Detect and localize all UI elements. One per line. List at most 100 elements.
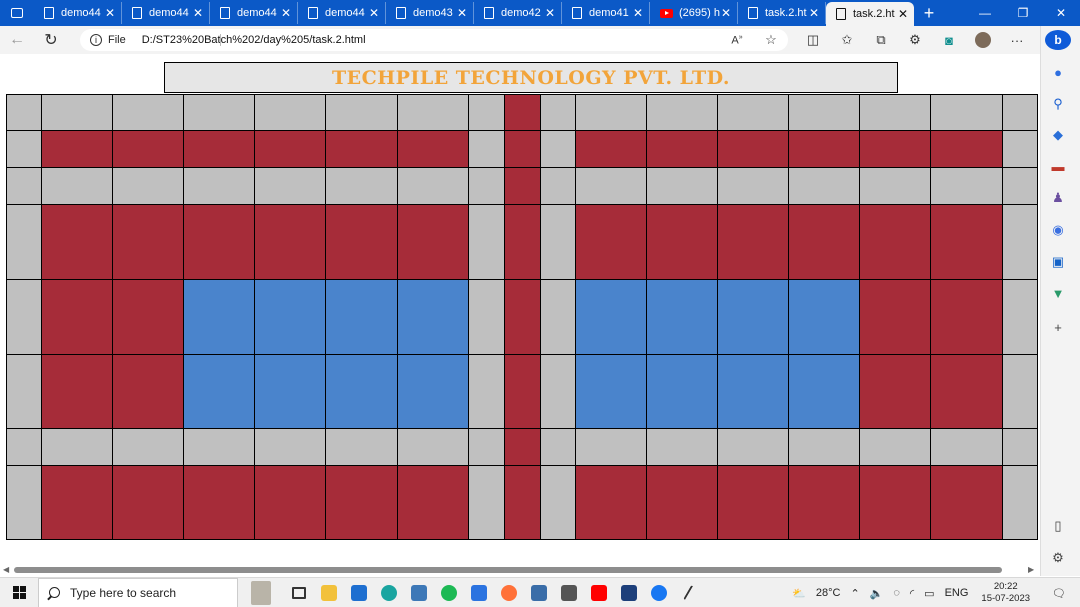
- whatsapp-icon[interactable]: [554, 578, 584, 607]
- red-cell: [788, 204, 860, 280]
- blue-cell: [183, 354, 255, 429]
- collections-icon[interactable]: ⧉: [864, 32, 898, 48]
- new-tab-button[interactable]: +: [914, 3, 944, 24]
- browser-tab[interactable]: demo44 ✕: [298, 2, 386, 24]
- drop-icon[interactable]: ▼: [1050, 286, 1066, 302]
- info-icon[interactable]: i: [90, 34, 102, 46]
- red-cell: [930, 465, 1003, 540]
- gray-cell: [6, 204, 42, 280]
- firefox-icon[interactable]: [494, 578, 524, 607]
- split-screen-icon[interactable]: ◫: [796, 32, 830, 48]
- notifications-icon[interactable]: ●: [1050, 65, 1066, 81]
- back-button[interactable]: ←: [0, 31, 34, 49]
- gray-cell: [575, 94, 647, 131]
- page-icon: [44, 7, 54, 19]
- photo-app-icon[interactable]: [614, 578, 644, 607]
- red-cell: [504, 130, 541, 168]
- copilot-icon[interactable]: ◉: [1050, 222, 1066, 238]
- file-explorer-icon[interactable]: [314, 578, 344, 607]
- tray-chevron-icon[interactable]: ⌃: [845, 587, 864, 600]
- close-window-button[interactable]: ✕: [1042, 0, 1080, 26]
- close-tab-icon[interactable]: ✕: [633, 6, 643, 20]
- close-tab-icon[interactable]: ✕: [545, 6, 555, 20]
- gray-cell: [468, 94, 505, 131]
- blue-cell: [788, 279, 860, 355]
- network-app-icon[interactable]: [524, 578, 554, 607]
- gray-cell: [6, 130, 42, 168]
- browser-tab[interactable]: demo44 ✕: [34, 2, 122, 24]
- gray-cell: [859, 167, 931, 205]
- browser-tab[interactable]: task.2.ht ✕: [826, 2, 914, 26]
- taskview-widget-icon[interactable]: [238, 578, 284, 607]
- gray-cell: [788, 167, 860, 205]
- outlook-icon[interactable]: ▣: [1050, 254, 1066, 270]
- extensions-icon[interactable]: ⚙: [898, 32, 932, 48]
- browser-tab[interactable]: task.2.ht ✕: [738, 2, 826, 24]
- battery-icon[interactable]: ▭: [919, 587, 939, 600]
- sidebar-toggle-icon[interactable]: ▯: [1050, 518, 1066, 534]
- language-indicator[interactable]: ENG: [940, 587, 974, 599]
- pen-tool-icon[interactable]: [674, 578, 704, 607]
- games-icon[interactable]: ♟: [1050, 190, 1066, 206]
- close-tab-icon[interactable]: ✕: [281, 6, 291, 20]
- close-tab-icon[interactable]: ✕: [369, 6, 379, 20]
- color-grid: [0, 54, 1040, 564]
- browser-tab[interactable]: demo44 ✕: [210, 2, 298, 24]
- minimize-button[interactable]: —: [966, 0, 1004, 26]
- scroll-thumb[interactable]: [14, 567, 1002, 573]
- screen: demo44 ✕ demo44 ✕ demo44 ✕ demo44 ✕ demo43 ✕ demo4…: [0, 0, 1080, 607]
- favorites-icon[interactable]: ✩: [830, 32, 864, 48]
- read-aloud-icon[interactable]: A»: [720, 34, 754, 47]
- more-menu-icon[interactable]: ···: [1000, 33, 1034, 48]
- profile-avatar[interactable]: [966, 32, 1000, 49]
- edge-icon[interactable]: [374, 578, 404, 607]
- add-sidebar-app-icon[interactable]: +: [1050, 320, 1066, 336]
- facebook-icon[interactable]: [644, 578, 674, 607]
- restore-button[interactable]: ❐: [1004, 0, 1042, 26]
- close-tab-icon[interactable]: ✕: [809, 6, 819, 20]
- gray-cell: [397, 428, 469, 466]
- start-button[interactable]: [0, 578, 38, 607]
- mail-icon[interactable]: [344, 578, 374, 607]
- browser-tab[interactable]: demo42 ✕: [474, 2, 562, 24]
- close-tab-icon[interactable]: ✕: [193, 6, 203, 20]
- browser-tab[interactable]: demo44 ✕: [122, 2, 210, 24]
- scroll-right-arrow-icon[interactable]: ▶: [1028, 564, 1034, 576]
- url-text[interactable]: D:/ST23%20Batch%202/day%205/task.2.html: [142, 34, 366, 46]
- youtube-app-icon[interactable]: [584, 578, 614, 607]
- address-actions: A» ☆: [720, 26, 788, 54]
- shopping-tag-icon[interactable]: ◆: [1050, 127, 1066, 143]
- close-tab-icon[interactable]: ✕: [457, 6, 467, 20]
- weather-icon[interactable]: ⛅: [787, 587, 811, 600]
- gray-cell: [540, 465, 576, 540]
- scroll-left-arrow-icon[interactable]: ◀: [3, 564, 9, 576]
- weather-temp[interactable]: 28°C: [811, 587, 846, 599]
- network-icon[interactable]: ◌: [888, 587, 905, 599]
- volume-icon[interactable]: 🔈: [865, 587, 889, 600]
- python-icon[interactable]: [404, 578, 434, 607]
- browser-tab[interactable]: demo41 ✕: [562, 2, 650, 24]
- bing-chat-icon[interactable]: b: [1045, 30, 1071, 50]
- gray-cell: [6, 354, 42, 429]
- close-tab-icon[interactable]: ✕: [105, 6, 115, 20]
- todo-icon[interactable]: [464, 578, 494, 607]
- favorite-star-icon[interactable]: ☆: [754, 32, 788, 48]
- refresh-button[interactable]: ↻: [34, 30, 68, 50]
- url-field[interactable]: i File D:/ST23%20Batch%202/day%205/task.…: [80, 29, 788, 51]
- tools-icon[interactable]: ▬: [1050, 159, 1066, 175]
- search-icon[interactable]: ⚲: [1050, 96, 1066, 112]
- sidebar-settings-icon[interactable]: ⚙: [1050, 550, 1066, 566]
- wifi-icon[interactable]: ◜: [905, 587, 919, 600]
- task-view-icon[interactable]: [284, 578, 314, 607]
- close-tab-icon[interactable]: ✕: [898, 7, 908, 21]
- close-tab-icon[interactable]: ✕: [721, 6, 731, 20]
- clock[interactable]: 20:22 15-07-2023: [973, 581, 1038, 605]
- tab-actions-button[interactable]: [0, 0, 34, 26]
- spotify-icon[interactable]: [434, 578, 464, 607]
- edge-workspace-icon[interactable]: ◙: [932, 33, 966, 48]
- browser-tab[interactable]: demo43 ✕: [386, 2, 474, 24]
- browser-tab[interactable]: (2695) h ✕: [650, 2, 738, 24]
- notification-center-icon[interactable]: 🗨: [1038, 587, 1080, 600]
- horizontal-scrollbar[interactable]: ◀ ▶: [0, 564, 1040, 576]
- taskbar-search-box[interactable]: Type here to search: [38, 577, 238, 607]
